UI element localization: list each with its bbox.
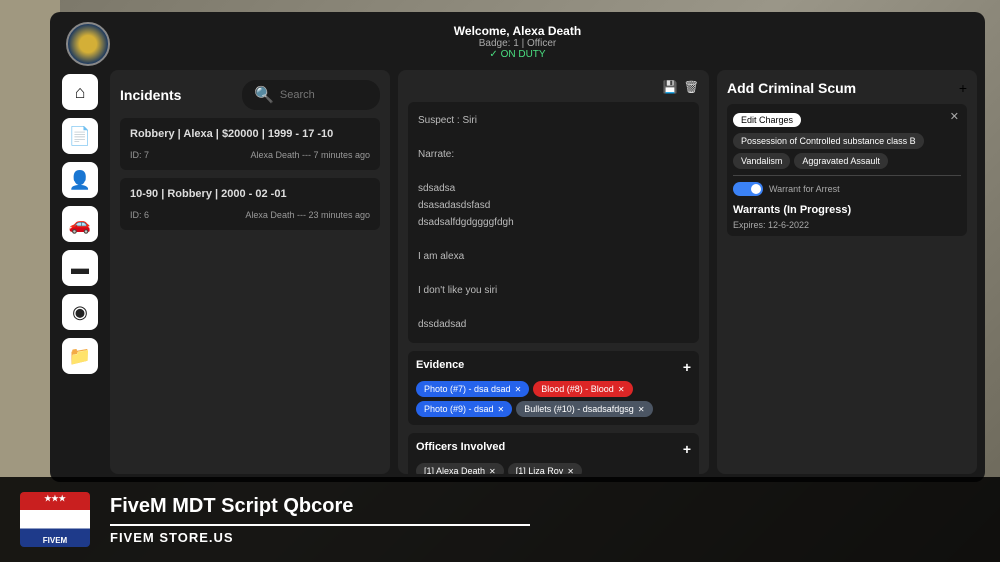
add-officer-button[interactable]: +	[683, 441, 691, 457]
remove-icon[interactable]: ✕	[638, 405, 645, 414]
charge-tag[interactable]: Vandalism	[733, 153, 790, 169]
evidence-tag[interactable]: Blood (#8) - Blood ✕	[533, 381, 632, 397]
warrant-expires: Expires: 12-6-2022	[733, 220, 961, 230]
save-icon[interactable]: 💾	[663, 80, 678, 94]
incident-id: ID: 6	[130, 210, 149, 220]
overlay-title: FiveM MDT Script Qbcore	[110, 495, 530, 526]
incident-title: Robbery | Alexa | $20000 | 1999 - 17 -10	[130, 128, 370, 140]
mdt-app: Welcome, Alexa Death Badge: 1 | Officer …	[50, 12, 985, 482]
officer-tag[interactable]: [1] Alexa Death ✕	[416, 463, 504, 474]
criminal-title: Add Criminal Scum	[727, 80, 951, 96]
incident-card[interactable]: 10-90 | Robbery | 2000 - 02 -01 ID: 6 Al…	[120, 178, 380, 230]
officers-section: Officers Involved + [1] Alexa Death ✕ [1]…	[408, 433, 699, 474]
charge-tag[interactable]: Possession of Controlled substance class…	[733, 133, 924, 149]
search-box[interactable]: 🔍	[242, 80, 380, 110]
badge-info: Badge: 1 | Officer	[62, 38, 973, 49]
document-icon[interactable]: 📄	[62, 118, 98, 154]
branding-overlay: FIVEM FiveM MDT Script Qbcore FIVEM STOR…	[0, 477, 1000, 562]
add-criminal-button[interactable]: +	[959, 80, 967, 96]
welcome-text: Welcome, Alexa Death	[62, 24, 973, 38]
remove-icon[interactable]: ✕	[489, 467, 496, 475]
remove-icon[interactable]: ✕	[618, 385, 625, 394]
incident-card[interactable]: Robbery | Alexa | $20000 | 1999 - 17 -10…	[120, 118, 380, 170]
vehicle-icon[interactable]: 🚗	[62, 206, 98, 242]
evidence-tag[interactable]: Photo (#9) - dsad ✕	[416, 401, 512, 417]
charge-tag[interactable]: Aggravated Assault	[794, 153, 888, 169]
incident-meta: Alexa Death --- 23 minutes ago	[245, 210, 370, 220]
delete-icon[interactable]: 🗑	[684, 80, 699, 94]
narrative-box[interactable]: Suspect : Siri Narrate: sdsadsa dsasadas…	[408, 102, 699, 343]
app-header: Welcome, Alexa Death Badge: 1 | Officer …	[58, 20, 977, 64]
incidents-title: Incidents	[120, 87, 234, 103]
officer-tag[interactable]: [1] Liza Roy ✕	[508, 463, 582, 474]
warrants-title: Warrants (In Progress)	[733, 204, 961, 216]
remove-icon[interactable]: ✕	[498, 405, 505, 414]
department-badge-icon	[66, 22, 110, 66]
warrant-label: Warrant for Arrest	[769, 184, 840, 194]
incident-title: 10-90 | Robbery | 2000 - 02 -01	[130, 188, 370, 200]
evidence-tag[interactable]: Photo (#7) - dsa dsad ✕	[416, 381, 529, 397]
incident-meta: Alexa Death --- 7 minutes ago	[250, 150, 370, 160]
nav-sidebar: ⌂ 📄 👤 🚗 ▬ ◉ 📁	[58, 70, 102, 474]
duty-status: ✓ ON DUTY	[62, 49, 973, 60]
evidence-tag[interactable]: Bullets (#10) - dsadsafdgsg ✕	[516, 401, 652, 417]
evidence-section: Evidence + Photo (#7) - dsa dsad ✕Blood …	[408, 351, 699, 425]
add-evidence-button[interactable]: +	[683, 359, 691, 375]
warrant-toggle[interactable]	[733, 182, 763, 196]
remove-icon[interactable]: ✕	[567, 467, 574, 475]
folder-icon[interactable]: 📁	[62, 338, 98, 374]
profile-icon[interactable]: 👤	[62, 162, 98, 198]
search-input[interactable]	[280, 89, 368, 101]
close-icon[interactable]: ✕	[950, 110, 959, 123]
incident-id: ID: 7	[130, 150, 149, 160]
search-icon: 🔍	[254, 85, 274, 105]
home-icon[interactable]: ⌂	[62, 74, 98, 110]
fivem-logo-icon: FIVEM	[20, 492, 90, 547]
edit-charges-button[interactable]: Edit Charges	[733, 113, 801, 127]
criminal-panel: Add Criminal Scum + ✕ Edit Charges Posse…	[717, 70, 977, 474]
fingerprint-icon[interactable]: ◉	[62, 294, 98, 330]
evidence-title: Evidence	[416, 359, 464, 375]
incidents-panel: Incidents 🔍 Robbery | Alexa | $20000 | 1…	[110, 70, 390, 474]
detail-panel: 💾 🗑 Suspect : Siri Narrate: sdsadsa dsas…	[398, 70, 709, 474]
book-icon[interactable]: ▬	[62, 250, 98, 286]
overlay-subtitle: FIVEM STORE.US	[110, 530, 530, 545]
charges-block: ✕ Edit Charges Possession of Controlled …	[727, 104, 967, 236]
remove-icon[interactable]: ✕	[515, 385, 522, 394]
officers-title: Officers Involved	[416, 441, 505, 457]
